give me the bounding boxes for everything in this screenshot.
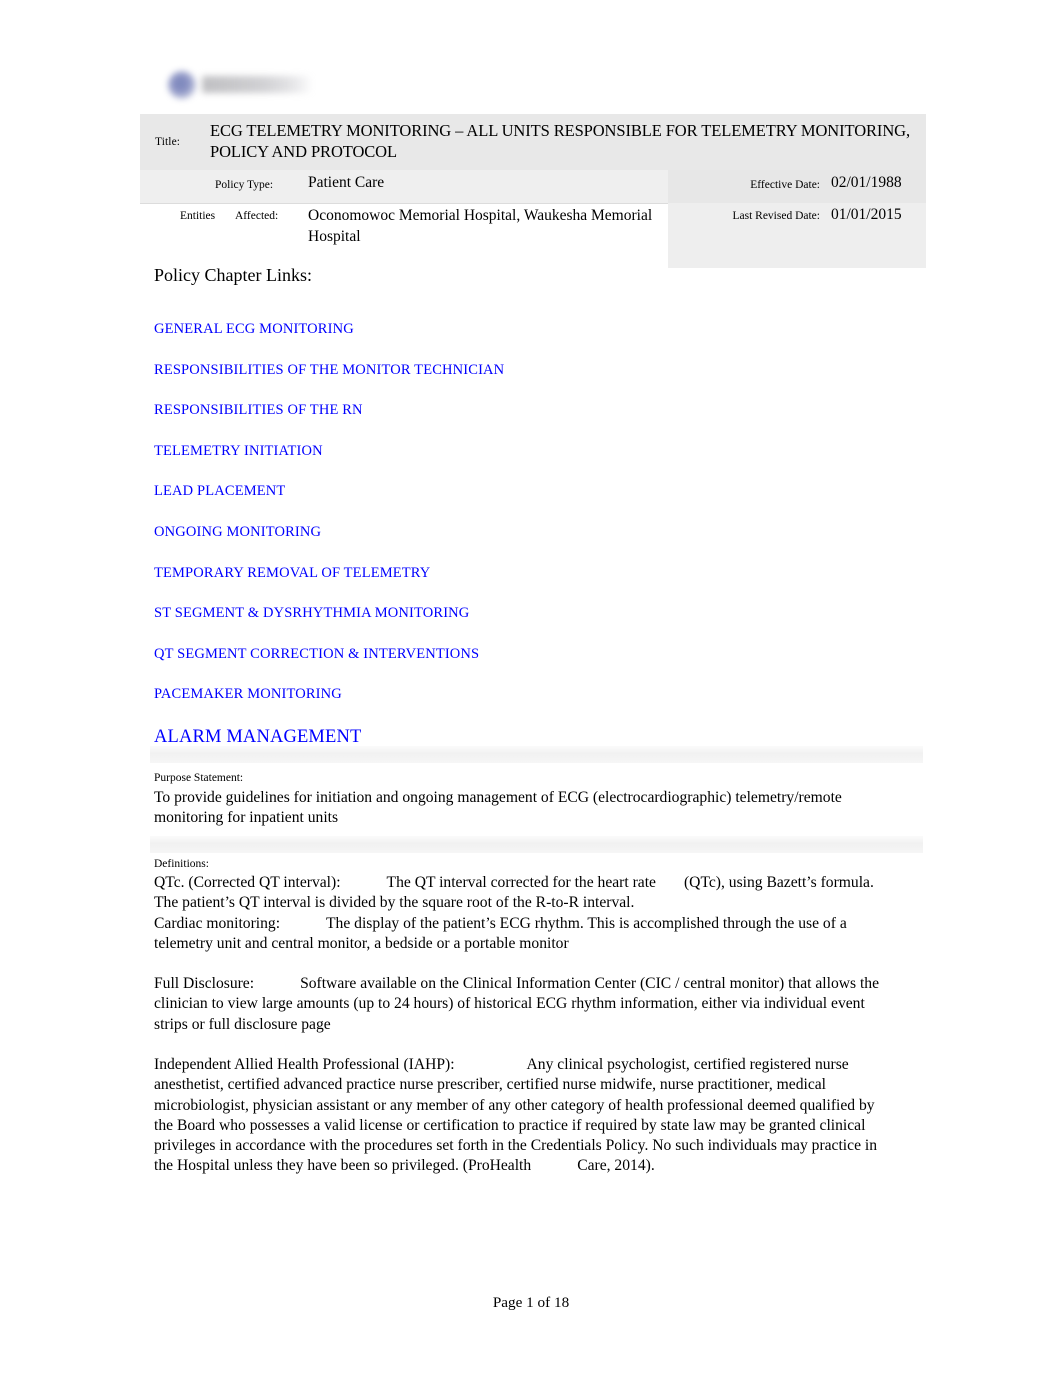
policy-type-row: Policy Type: Patient Care	[140, 170, 668, 204]
definition-term-cardiac-monitoring: Cardiac monitoring:	[154, 914, 281, 932]
entities-affected-value: Oconomowoc Memorial Hospital, Waukesha M…	[308, 207, 653, 245]
chapter-link-st-segment-dysrhythmia-monitoring[interactable]: ST SEGMENT & DYSRHYTHMIA MONITORING	[154, 593, 914, 634]
definition-text-iahp-a: Any clinical psychologist, certified reg…	[154, 1056, 878, 1175]
effective-date-label: Effective Date:	[750, 179, 820, 191]
definition-qtc-cardiac-block: QTc. (Corrected QT interval): The QT inte…	[154, 873, 884, 954]
last-revised-date-label: Last Revised Date:	[732, 210, 820, 222]
chapter-link-lead-placement[interactable]: LEAD PLACEMENT	[154, 471, 914, 512]
entities-affected-row: Entities Affected: Oconomowoc Memorial H…	[140, 204, 668, 268]
header-detail-rows: Policy Type: Patient Care Entities Affec…	[140, 170, 926, 268]
policy-type-label: Policy Type:	[215, 179, 274, 191]
definition-term-qtc: QTc. (Corrected QT interval):	[154, 874, 341, 891]
chapter-links-heading: Policy Chapter Links:	[154, 265, 312, 285]
header-left-column: Policy Type: Patient Care Entities Affec…	[140, 170, 668, 268]
policy-header-table: Title: ECG TELEMETRY MONITORING – ALL UN…	[140, 114, 926, 268]
chapter-link-responsibilities-monitor-technician[interactable]: RESPONSIBILITIES OF THE MONITOR TECHNICI…	[154, 350, 914, 391]
definition-term-iahp: Independent Allied Health Professional (…	[154, 1056, 455, 1073]
entities-label: Entities	[180, 210, 216, 222]
chapter-link-temporary-removal-telemetry[interactable]: TEMPORARY REMOVAL OF TELEMETRY	[154, 553, 914, 594]
chapter-link-pacemaker-monitoring[interactable]: PACEMAKER MONITORING	[154, 674, 914, 715]
definition-text-qtc-a: The QT interval corrected for the heart …	[386, 874, 656, 891]
chapter-links-list: GENERAL ECG MONITORING RESPONSIBILITIES …	[154, 309, 914, 759]
logo-wordmark	[202, 76, 310, 93]
purpose-section-divider	[150, 746, 923, 763]
page-footer: Page 1 of 18	[0, 1294, 1062, 1312]
purpose-statement-text: To provide guidelines for initiation and…	[154, 789, 842, 827]
chapter-link-ongoing-monitoring[interactable]: ONGOING MONITORING	[154, 512, 914, 553]
header-title-row: Title: ECG TELEMETRY MONITORING – ALL UN…	[140, 114, 926, 170]
organization-logo	[160, 62, 330, 110]
definitions-section-divider	[150, 836, 923, 853]
chapter-link-responsibilities-rn[interactable]: RESPONSIBILITIES OF THE RN	[154, 390, 914, 431]
definition-full-disclosure-block: Full Disclosure: Software available on th…	[154, 974, 884, 1035]
definition-iahp-block: Independent Allied Health Professional (…	[154, 1055, 884, 1177]
affected-label: Affected:	[235, 210, 279, 222]
definition-text-iahp-b: Care, 2014).	[577, 1157, 655, 1175]
chapter-link-telemetry-initiation[interactable]: TELEMETRY INITIATION	[154, 431, 914, 472]
effective-date-value: 02/01/1988	[831, 174, 902, 191]
definitions-label: Definitions:	[154, 858, 209, 870]
definition-term-full-disclosure: Full Disclosure:	[154, 975, 255, 992]
policy-type-value: Patient Care	[308, 174, 385, 191]
header-right-column: Effective Date: 02/01/1988 Last Revised …	[668, 170, 926, 268]
logo-circle-icon	[168, 71, 196, 99]
document-page: Title: ECG TELEMETRY MONITORING – ALL UN…	[0, 0, 1062, 1377]
chapter-link-qt-segment-correction-interventions[interactable]: QT SEGMENT CORRECTION & INTERVENTIONS	[154, 634, 914, 675]
definition-text-full-disclosure: Software available on the Clinical Infor…	[154, 975, 880, 1033]
title-label: Title:	[155, 136, 181, 148]
chapter-link-general-ecg-monitoring[interactable]: GENERAL ECG MONITORING	[154, 309, 914, 350]
last-revised-date-value: 01/01/2015	[831, 206, 902, 223]
purpose-statement-label: Purpose Statement:	[154, 772, 244, 784]
policy-title: ECG TELEMETRY MONITORING – ALL UNITS RES…	[210, 121, 910, 161]
page-number: Page 1 of 18	[492, 1294, 570, 1311]
